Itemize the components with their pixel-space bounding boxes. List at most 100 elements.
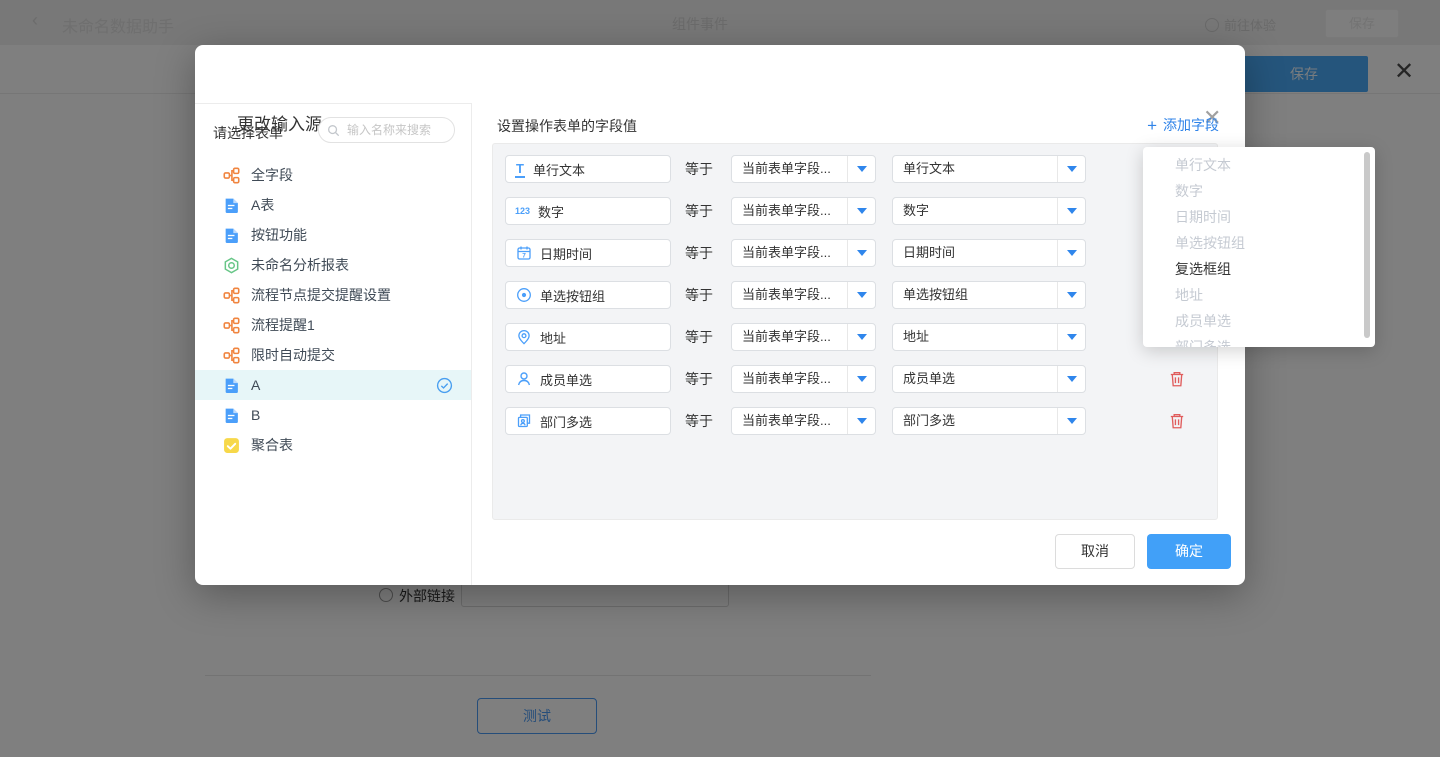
sidebar-item-label: A <box>251 377 260 393</box>
document-icon <box>223 197 240 214</box>
field-name-box[interactable]: 成员单选 <box>505 365 671 393</box>
workflow-icon <box>223 167 240 184</box>
form-select-label: 请选择表单 <box>213 123 283 143</box>
sidebar-item-button-function[interactable]: 按钮功能 <box>195 220 471 250</box>
sidebar-item-analysis-report[interactable]: 未命名分析报表 <box>195 250 471 280</box>
value-select-value: 单选按钮组 <box>893 282 1057 308</box>
sidebar-item-label: 限时自动提交 <box>251 345 335 365</box>
field-name: 数字 <box>538 202 564 221</box>
field-mapping-row: T 单行文本 等于 当前表单字段... 单行文本 <box>493 155 1217 183</box>
workflow-icon <box>223 317 240 334</box>
source-select-value: 当前表单字段... <box>732 282 847 308</box>
field-name-box[interactable]: T 单行文本 <box>505 155 671 183</box>
sidebar-item-b[interactable]: B <box>195 400 471 430</box>
form-list: 全字段 A表 按钮功能 未命名分析报表 流程节点提交提醒设置 流程提醒1 <box>195 160 471 460</box>
menu-item: 数字 <box>1143 178 1375 204</box>
source-select[interactable]: 当前表单字段... <box>731 197 876 225</box>
chevron-down-icon <box>847 198 875 224</box>
field-name: 日期时间 <box>540 244 592 263</box>
operator-label: 等于 <box>685 407 713 435</box>
scrollbar-thumb[interactable] <box>1364 152 1370 338</box>
field-name-box[interactable]: 单选按钮组 <box>505 281 671 309</box>
divider <box>195 103 471 104</box>
field-name: 部门多选 <box>540 412 592 431</box>
document-icon <box>223 377 240 394</box>
operator-label: 等于 <box>685 197 713 225</box>
department-field-icon <box>515 413 532 430</box>
trash-icon[interactable] <box>1168 412 1186 430</box>
radio-group-field-icon <box>515 287 532 304</box>
chevron-down-icon <box>1057 198 1085 224</box>
sidebar-item-label: 全字段 <box>251 165 293 185</box>
document-icon <box>223 407 240 424</box>
source-select-value: 当前表单字段... <box>732 156 847 182</box>
value-select-value: 成员单选 <box>893 366 1057 392</box>
value-select[interactable]: 地址 <box>892 323 1086 351</box>
add-field-button[interactable]: +添加字段 <box>1147 115 1219 136</box>
source-select-value: 当前表单字段... <box>732 240 847 266</box>
sidebar-item-label: 流程提醒1 <box>251 315 315 335</box>
operator-label: 等于 <box>685 365 713 393</box>
source-select[interactable]: 当前表单字段... <box>731 281 876 309</box>
source-select[interactable]: 当前表单字段... <box>731 365 876 393</box>
value-select[interactable]: 部门多选 <box>892 407 1086 435</box>
field-name: 单选按钮组 <box>540 286 605 305</box>
menu-item: 日期时间 <box>1143 204 1375 230</box>
source-select[interactable]: 当前表单字段... <box>731 155 876 183</box>
field-mapping-row: 成员单选 等于 当前表单字段... 成员单选 <box>493 365 1217 393</box>
add-field-dropdown: 单行文本 数字 日期时间 单选按钮组 复选框组 地址 成员单选 部门多选 <box>1143 147 1375 347</box>
field-name-box[interactable]: 部门多选 <box>505 407 671 435</box>
field-name-box[interactable]: 7 日期时间 <box>505 239 671 267</box>
number-field-icon: 123 <box>515 203 530 220</box>
form-search-box[interactable] <box>318 117 455 143</box>
value-select-value: 单行文本 <box>893 156 1057 182</box>
sidebar-item-label: 按钮功能 <box>251 225 307 245</box>
chevron-down-icon <box>1057 282 1085 308</box>
chevron-down-icon <box>1057 156 1085 182</box>
sidebar-item-a-selected[interactable]: A <box>195 370 471 400</box>
cancel-button[interactable]: 取消 <box>1055 534 1135 569</box>
field-mapping-row: 7 日期时间 等于 当前表单字段... 日期时间 <box>493 239 1217 267</box>
aggregate-icon <box>223 437 240 454</box>
operator-label: 等于 <box>685 239 713 267</box>
source-select-value: 当前表单字段... <box>732 324 847 350</box>
trash-icon[interactable] <box>1168 370 1186 388</box>
sidebar-item-flow-node-reminder[interactable]: 流程节点提交提醒设置 <box>195 280 471 310</box>
sidebar-item-label: 未命名分析报表 <box>251 255 349 275</box>
value-select[interactable]: 数字 <box>892 197 1086 225</box>
chevron-down-icon <box>847 324 875 350</box>
field-name-box[interactable]: 地址 <box>505 323 671 351</box>
value-select[interactable]: 单选按钮组 <box>892 281 1086 309</box>
sidebar-item-timed-auto-submit[interactable]: 限时自动提交 <box>195 340 471 370</box>
field-mapping-row: 地址 等于 当前表单字段... 地址 <box>493 323 1217 351</box>
sidebar-item-label: B <box>251 407 260 423</box>
source-select[interactable]: 当前表单字段... <box>731 407 876 435</box>
sidebar-item-a-table[interactable]: A表 <box>195 190 471 220</box>
field-name-box[interactable]: 123 数字 <box>505 197 671 225</box>
confirm-button[interactable]: 确定 <box>1147 534 1231 569</box>
value-select-value: 地址 <box>893 324 1057 350</box>
sidebar-item-aggregate-table[interactable]: 聚合表 <box>195 430 471 460</box>
value-select[interactable]: 单行文本 <box>892 155 1086 183</box>
value-select[interactable]: 成员单选 <box>892 365 1086 393</box>
value-select[interactable]: 日期时间 <box>892 239 1086 267</box>
source-select-value: 当前表单字段... <box>732 198 847 224</box>
plus-icon: + <box>1147 116 1157 135</box>
field-mapping-container: T 单行文本 等于 当前表单字段... 单行文本 123 数字 <box>492 143 1218 520</box>
operator-label: 等于 <box>685 155 713 183</box>
source-select[interactable]: 当前表单字段... <box>731 323 876 351</box>
datetime-field-icon: 7 <box>515 245 532 262</box>
search-icon <box>327 124 340 137</box>
sidebar-item-flow-reminder-1[interactable]: 流程提醒1 <box>195 310 471 340</box>
change-input-source-modal: 更改输入源 ✕ 请选择表单 全字段 A表 按钮功能 <box>195 45 1245 585</box>
menu-item: 单选按钮组 <box>1143 230 1375 256</box>
chevron-down-icon <box>1057 324 1085 350</box>
search-input[interactable] <box>345 122 446 138</box>
source-select-value: 当前表单字段... <box>732 366 847 392</box>
chevron-down-icon <box>847 282 875 308</box>
source-select[interactable]: 当前表单字段... <box>731 239 876 267</box>
field-mapping-row: 123 数字 等于 当前表单字段... 数字 <box>493 197 1217 225</box>
document-icon <box>223 227 240 244</box>
menu-item[interactable]: 复选框组 <box>1143 256 1375 282</box>
sidebar-item-all-fields[interactable]: 全字段 <box>195 160 471 190</box>
